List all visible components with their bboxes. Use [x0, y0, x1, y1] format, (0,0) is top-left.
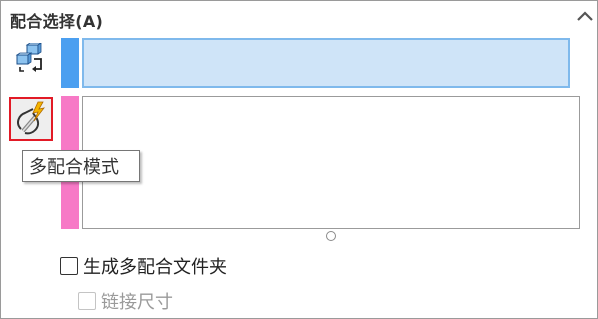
- mate-entities-selection-box[interactable]: [82, 38, 570, 88]
- mate-selection-panel: 配合选择(A) 多配合模式 生成多配合文件夹 链接尺寸: [0, 0, 598, 319]
- create-folder-checkbox[interactable]: [60, 257, 78, 275]
- selection-color-bar-blue: [61, 38, 79, 88]
- link-dimensions-label: 链接尺寸: [101, 292, 173, 313]
- multi-mate-mode-icon[interactable]: [9, 97, 53, 141]
- tooltip: 多配合模式: [22, 150, 140, 182]
- chevron-up-icon[interactable]: [575, 8, 595, 24]
- mate-swap-icon[interactable]: [14, 42, 46, 75]
- panel-title: 配合选择(A): [10, 12, 104, 31]
- multi-mate-references-box[interactable]: [82, 96, 580, 229]
- link-dimensions-checkbox: [78, 292, 96, 310]
- create-folder-option[interactable]: 生成多配合文件夹: [60, 253, 227, 279]
- list-resize-handle[interactable]: [326, 231, 336, 241]
- link-dimensions-option: 链接尺寸: [78, 288, 173, 314]
- tooltip-text: 多配合模式: [29, 157, 119, 178]
- create-folder-label: 生成多配合文件夹: [83, 257, 227, 278]
